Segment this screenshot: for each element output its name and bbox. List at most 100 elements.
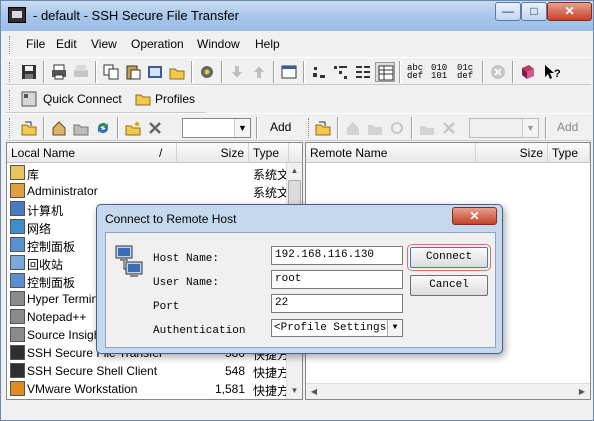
remote-home-button[interactable] <box>343 118 363 138</box>
binary-mode-button[interactable]: 010 101 <box>429 62 451 82</box>
settings-button[interactable] <box>197 62 217 82</box>
remote-refresh-button[interactable] <box>387 118 407 138</box>
menu-file[interactable]: File <box>26 37 45 51</box>
close-window-button[interactable]: ✕ <box>547 2 592 21</box>
profile-open-button[interactable] <box>145 62 165 82</box>
remote-new-folder-button[interactable] <box>417 118 437 138</box>
context-help-button[interactable]: ? <box>542 62 562 82</box>
details-view-icon <box>378 65 394 81</box>
toolbar-separator <box>273 61 275 83</box>
toolbar-grip[interactable] <box>308 118 311 138</box>
details-view-button[interactable] <box>375 62 395 82</box>
copy-button[interactable] <box>101 62 121 82</box>
local-type-column[interactable]: Type <box>249 143 289 163</box>
local-new-folder-button[interactable] <box>123 118 143 138</box>
chevron-down-icon[interactable]: ▼ <box>234 119 250 137</box>
local-name-column[interactable]: Local Name / <box>7 143 177 163</box>
remote-file-toolbar: ▼ Add <box>305 113 591 141</box>
menu-view[interactable]: View <box>91 37 117 51</box>
upload-icon <box>254 66 264 78</box>
menu-help[interactable]: Help <box>255 37 280 51</box>
scroll-up-icon[interactable]: ▲ <box>287 163 302 179</box>
print-disabled-icon <box>74 65 88 77</box>
table-row[interactable]: SSH Secure Shell Client 548 快捷方 <box>7 362 287 380</box>
scroll-right-icon[interactable]: ▶ <box>574 384 590 399</box>
remote-folder-button[interactable] <box>365 118 385 138</box>
authentication-select[interactable]: <Profile Settings> ▼ <box>271 319 403 337</box>
chevron-down-icon[interactable]: ▼ <box>387 320 402 336</box>
auto-mode-button[interactable]: 01c def <box>455 62 477 82</box>
local-size-column[interactable]: Size <box>177 143 249 163</box>
dialog-close-button[interactable]: ✕ <box>452 207 497 225</box>
menu-edit[interactable]: Edit <box>56 37 77 51</box>
network-icon <box>10 219 25 234</box>
host-name-input[interactable]: 192.168.116.130 <box>271 246 403 265</box>
control-panel-icon <box>10 273 25 288</box>
terminal-button[interactable] <box>279 62 299 82</box>
local-home-button[interactable] <box>49 118 69 138</box>
print-button[interactable] <box>49 62 69 82</box>
user-name-label: User Name: <box>153 277 220 289</box>
connect-button[interactable]: Connect <box>407 244 491 271</box>
parent-folder-icon <box>21 121 37 136</box>
menu-operation[interactable]: Operation <box>131 37 184 51</box>
local-add-button[interactable]: Add <box>270 120 291 134</box>
remote-type-column[interactable]: Type <box>548 143 590 163</box>
local-path-combo[interactable]: ▼ <box>182 118 251 138</box>
new-folder-icon <box>313 67 325 78</box>
menubar-grip[interactable] <box>9 36 12 54</box>
chevron-down-icon[interactable]: ▼ <box>522 119 538 137</box>
new-folder-button[interactable] <box>309 62 329 82</box>
port-input[interactable]: 22 <box>271 294 403 313</box>
local-name-header: Local Name <box>11 146 76 160</box>
new-folder-star-icon <box>420 126 434 135</box>
connect-dialog: Connect to Remote Host ✕ Host Name: 192.… <box>96 204 503 354</box>
file-type: 快捷方 <box>253 366 287 380</box>
cancel-button[interactable]: Cancel <box>410 275 488 296</box>
remote-size-column[interactable]: Size <box>476 143 548 163</box>
ascii-mode-button[interactable]: abc def <box>405 62 427 82</box>
download-button[interactable] <box>227 62 247 82</box>
toolbar-separator <box>512 61 514 83</box>
toolbar-separator <box>221 61 223 83</box>
local-pane-header: Local Name / Size Type <box>7 143 302 163</box>
user-name-input[interactable]: root <box>271 270 403 289</box>
upload-button[interactable] <box>249 62 269 82</box>
local-folder-button[interactable] <box>71 118 91 138</box>
profile-settings-button[interactable] <box>167 62 187 82</box>
toolbar-separator <box>411 117 413 139</box>
quick-connect-label: Quick Connect <box>43 92 122 106</box>
remote-add-button[interactable]: Add <box>557 120 578 134</box>
remote-delete-button[interactable] <box>439 118 459 138</box>
stop-button[interactable] <box>488 62 508 82</box>
toolbar-grip[interactable] <box>9 62 12 82</box>
remote-parent-folder-button[interactable] <box>313 118 333 138</box>
minimize-button[interactable]: — <box>495 2 521 21</box>
profiles-button[interactable]: Profiles <box>133 90 203 110</box>
quick-connect-button[interactable]: Quick Connect <box>19 90 129 110</box>
scroll-down-icon[interactable]: ▼ <box>287 383 302 399</box>
toolbar-grip[interactable] <box>9 90 12 110</box>
remote-path-combo[interactable]: ▼ <box>469 118 539 138</box>
table-row[interactable]: Administrator 系统文 <box>7 182 287 200</box>
print-preview-button[interactable] <box>71 62 91 82</box>
tree-view-button[interactable] <box>331 62 351 82</box>
title-bar[interactable]: - default - SSH Secure File Transfer — □… <box>1 1 593 31</box>
table-row[interactable]: 库 系统文 <box>7 164 287 182</box>
local-delete-button[interactable] <box>145 118 165 138</box>
table-row[interactable]: VMware Workstation 1,581 快捷方 <box>7 380 287 398</box>
save-button[interactable] <box>19 62 39 82</box>
scroll-left-icon[interactable]: ◀ <box>306 384 322 399</box>
maximize-button[interactable]: □ <box>521 2 547 21</box>
list-view-button[interactable] <box>353 62 373 82</box>
local-parent-folder-button[interactable] <box>19 118 39 138</box>
toolbar-grip[interactable] <box>9 118 12 138</box>
dialog-title: Connect to Remote Host <box>105 212 237 226</box>
help-book-button[interactable] <box>518 62 538 82</box>
remote-name-column[interactable]: Remote Name <box>306 143 476 163</box>
paste-button[interactable] <box>123 62 143 82</box>
menu-window[interactable]: Window <box>197 37 240 51</box>
control-panel-icon <box>10 237 25 252</box>
local-refresh-button[interactable] <box>93 118 113 138</box>
remote-horizontal-scrollbar[interactable]: ◀ ▶ <box>306 383 590 399</box>
